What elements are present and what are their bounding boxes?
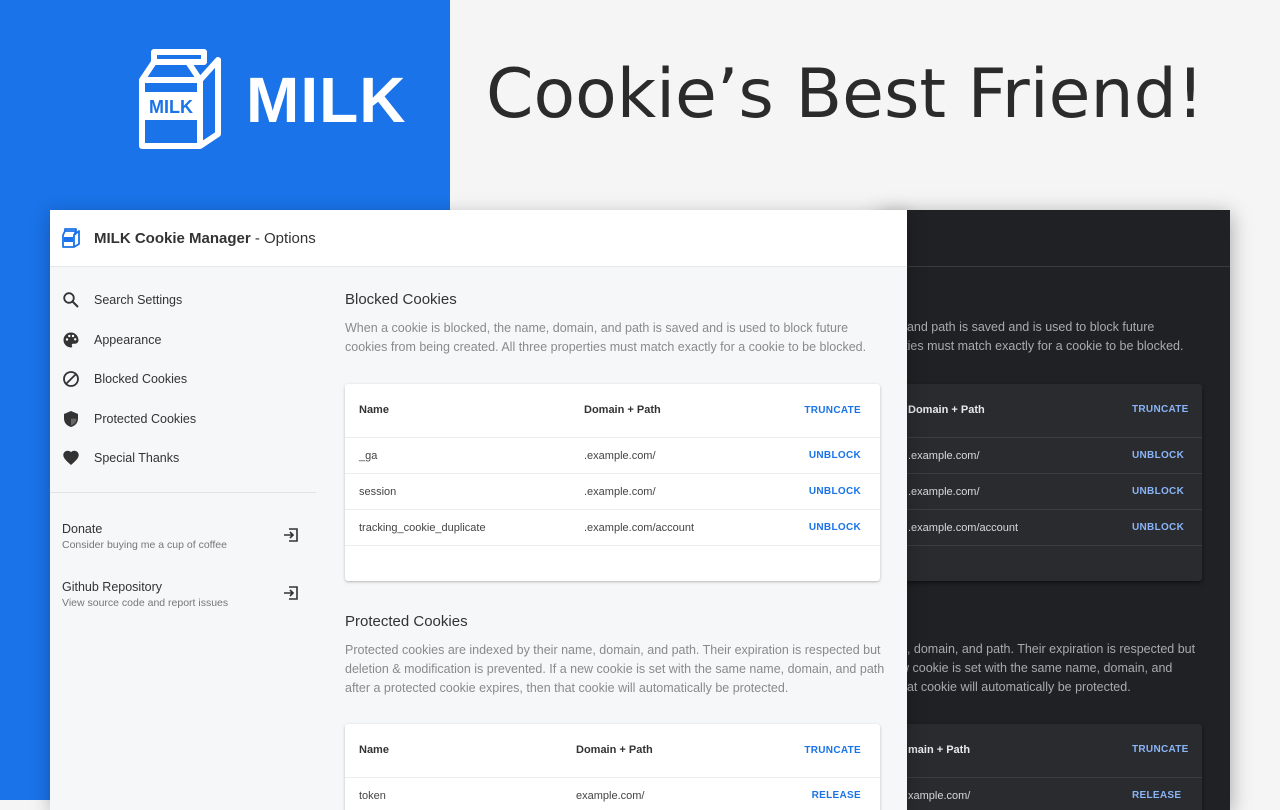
table-header: Name Domain + Path TRUNCATE <box>345 724 880 778</box>
donate-link[interactable]: Donate Consider buying me a cup of coffe… <box>62 522 298 551</box>
table-row: token example.com/ RELEASE <box>345 778 880 810</box>
table-footer <box>345 546 880 581</box>
dark-header <box>880 210 1230 267</box>
dark-protected-description: e, domain, and path. Their expiration is… <box>900 642 1196 694</box>
search-icon <box>63 292 79 308</box>
svg-text:MILK: MILK <box>149 97 193 117</box>
dark-table-row: .example.com/ UNBLOCK <box>880 438 1202 474</box>
block-icon <box>63 371 79 387</box>
table-row: session .example.com/ UNBLOCK <box>345 474 880 510</box>
protected-cookies-title: Protected Cookies <box>345 613 468 630</box>
sidebar-item-appearance[interactable]: Appearance <box>62 326 312 354</box>
palette-icon <box>63 332 79 348</box>
window-title: MILK Cookie Manager - Options <box>94 229 316 247</box>
sidebar-item-protected-cookies[interactable]: Protected Cookies <box>62 405 312 433</box>
sidebar: Search Settings Appearance Blocked Cooki… <box>50 266 316 810</box>
dark-blocked-table: Domain + Path TRUNCATE .example.com/ UNB… <box>880 384 1202 581</box>
dark-table-header: Domain + Path TRUNCATE <box>880 384 1202 438</box>
sidebar-item-blocked-cookies[interactable]: Blocked Cookies <box>62 365 312 393</box>
dark-protected-table: main + Path TRUNCATE xample.com/ RELEASE <box>880 724 1202 810</box>
open-in-icon <box>284 586 298 600</box>
table-header: Name Domain + Path TRUNCATE <box>345 384 880 438</box>
dark-table-row: .example.com/account UNBLOCK <box>880 510 1202 546</box>
sidebar-item-search-settings[interactable]: Search Settings <box>62 286 312 314</box>
unblock-button[interactable]: UNBLOCK <box>809 486 861 497</box>
dark-table-header: main + Path TRUNCATE <box>880 724 1202 778</box>
milk-carton-icon <box>62 228 80 248</box>
protected-cookies-table: Name Domain + Path TRUNCATE token exampl… <box>345 724 880 810</box>
dark-theme-preview: , and path is saved and is used to block… <box>880 210 1230 810</box>
window-header: MILK Cookie Manager - Options <box>50 210 907 267</box>
open-in-icon <box>284 528 298 542</box>
unblock-button[interactable]: UNBLOCK <box>809 450 861 461</box>
table-row: _ga .example.com/ UNBLOCK <box>345 438 880 474</box>
brand-wordmark: MILK <box>246 64 407 136</box>
truncate-button[interactable]: TRUNCATE <box>804 405 861 416</box>
headline: Cookie’s Best Friend! <box>486 55 1205 134</box>
dark-table-row: xample.com/ RELEASE <box>880 778 1202 810</box>
sidebar-divider <box>50 492 316 493</box>
truncate-button[interactable]: TRUNCATE <box>804 745 861 756</box>
release-button[interactable]: RELEASE <box>812 790 861 801</box>
dark-table-row: .example.com/ UNBLOCK <box>880 474 1202 510</box>
milk-carton-icon: MILK <box>139 49 221 149</box>
brand-logo: MILK MILK <box>138 48 406 152</box>
shield-icon <box>64 411 78 427</box>
protected-cookies-description: Protected cookies are indexed by their n… <box>345 643 885 695</box>
table-row: tracking_cookie_duplicate .example.com/a… <box>345 510 880 546</box>
sidebar-item-special-thanks[interactable]: Special Thanks <box>62 444 312 472</box>
dark-blocked-description: , and path is saved and is used to block… <box>900 320 1184 353</box>
heart-icon <box>63 450 79 465</box>
options-window: MILK Cookie Manager - Options Search Set… <box>50 210 907 810</box>
blocked-cookies-table: Name Domain + Path TRUNCATE _ga .example… <box>345 384 880 581</box>
blocked-cookies-description: When a cookie is blocked, the name, doma… <box>345 321 867 354</box>
github-repository-link[interactable]: Github Repository View source code and r… <box>62 580 298 609</box>
unblock-button[interactable]: UNBLOCK <box>809 522 861 533</box>
blocked-cookies-title: Blocked Cookies <box>345 291 457 308</box>
